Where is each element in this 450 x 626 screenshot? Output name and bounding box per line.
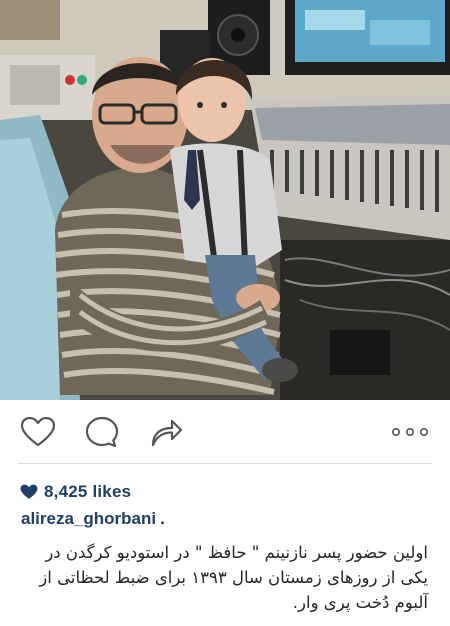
share-arrow-icon — [151, 419, 182, 447]
share-button[interactable] — [146, 414, 186, 450]
comment-button[interactable] — [82, 414, 122, 450]
action-divider — [18, 463, 432, 464]
author-row: alireza_ghorbani. — [21, 509, 165, 533]
likes-count[interactable]: 8,425 likes — [44, 482, 131, 502]
heart-outline-icon — [21, 417, 55, 447]
caption-line-3: آلبوم دُخت پری وار. — [292, 593, 428, 612]
more-dots-icon — [391, 427, 428, 437]
likes-row[interactable]: 8,425 likes — [20, 480, 131, 504]
caption-line-1: اولین حضور پسر نازنینم " حافظ " در استود… — [45, 543, 428, 562]
like-button[interactable] — [18, 414, 58, 450]
studio-photo-illustration — [0, 0, 450, 400]
action-bar — [0, 400, 450, 462]
caption-line-2: یکی از روزهای زمستان سال ۱۳۹۳ برای ضبط ل… — [39, 568, 428, 587]
instagram-post: 8,425 likes alireza_ghorbani. اولین حضور… — [0, 0, 450, 626]
more-options-button[interactable] — [386, 414, 434, 450]
post-photo[interactable] — [0, 0, 450, 400]
heart-filled-icon — [20, 484, 38, 499]
author-username[interactable]: alireza_ghorbani — [21, 509, 156, 528]
comment-bubble-icon — [85, 416, 119, 448]
post-caption: اولین حضور پسر نازنینم " حافظ " در استود… — [18, 540, 428, 615]
author-suffix: . — [160, 509, 165, 528]
